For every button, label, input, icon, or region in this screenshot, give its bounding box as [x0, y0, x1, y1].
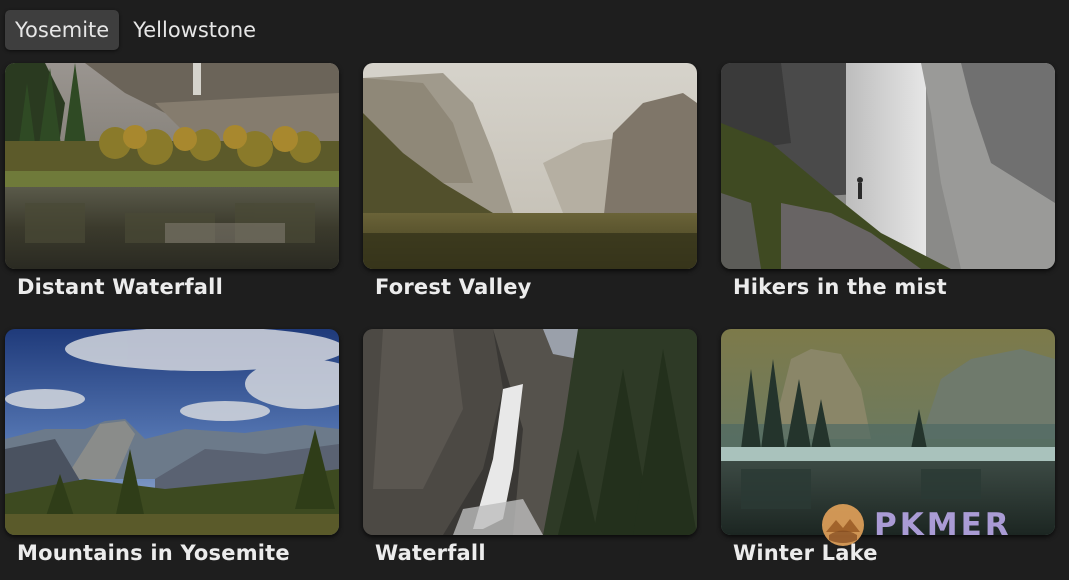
- card-caption: Distant Waterfall: [17, 275, 223, 299]
- watermark-text: PKMER: [874, 507, 1012, 543]
- card-caption: Mountains in Yosemite: [17, 541, 290, 565]
- card-caption: Waterfall: [375, 541, 486, 565]
- granite-waterfall-image[interactable]: [363, 329, 697, 535]
- card-caption: Hikers in the mist: [733, 275, 947, 299]
- gallery-card-mountains-in-yosemite[interactable]: Mountains in Yosemite: [5, 329, 339, 565]
- tab-yellowstone[interactable]: Yellowstone: [123, 10, 266, 50]
- gallery-card-waterfall[interactable]: Waterfall: [363, 329, 697, 565]
- pkmer-watermark: PKMER: [820, 497, 1012, 553]
- meadow-reflection-image[interactable]: [5, 63, 339, 269]
- gallery-card-distant-waterfall[interactable]: Distant Waterfall: [5, 63, 339, 299]
- card-caption: Forest Valley: [375, 275, 532, 299]
- misty-valley-image[interactable]: [363, 63, 697, 269]
- pkmer-logo-icon: [822, 504, 864, 546]
- gallery-card-forest-valley[interactable]: Forest Valley: [363, 63, 697, 299]
- gallery-tabs: Yosemite Yellowstone: [5, 10, 266, 50]
- tab-yosemite[interactable]: Yosemite: [5, 10, 120, 50]
- half-dome-panorama-image[interactable]: [5, 329, 339, 535]
- gallery-card-hikers-in-the-mist[interactable]: Hikers in the mist: [721, 63, 1055, 299]
- waterfall-mist-trail-image[interactable]: [721, 63, 1055, 269]
